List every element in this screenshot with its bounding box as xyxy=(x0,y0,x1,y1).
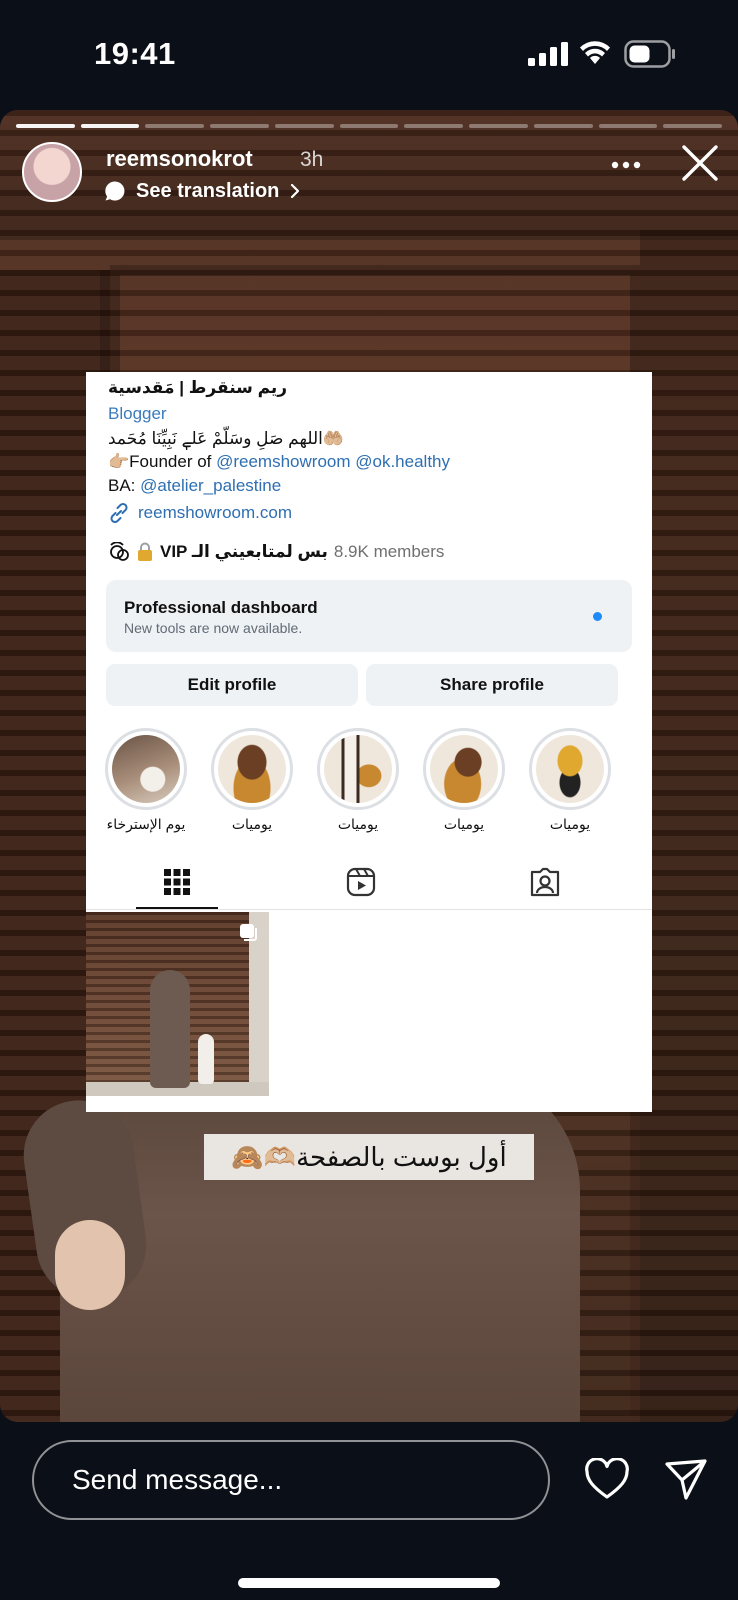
highlight-label: يوميات xyxy=(549,816,591,832)
avatar[interactable] xyxy=(22,142,82,202)
story-time-ago: 3h xyxy=(300,148,324,171)
progress-segment xyxy=(210,124,269,128)
profile-bio-line: اللهم صَلِ وسَلّمْ عَلےٖ نَبِيِّنَا مُحَ… xyxy=(108,429,345,448)
profile-website: reemshowroom.com xyxy=(108,502,292,524)
highlight-item: يوميات xyxy=(316,728,400,833)
highlight-item: يوميات xyxy=(210,728,294,833)
see-translation-label: See translation xyxy=(136,179,280,202)
highlight-label: يوميات xyxy=(231,816,273,832)
highlight-cover xyxy=(536,735,604,803)
bio-mention-link: @ok.healthy xyxy=(355,452,451,471)
status-bar: 19:41 xyxy=(0,0,738,110)
progress-segment xyxy=(598,124,658,128)
bio-mention-link: @reemshowroom xyxy=(216,452,351,471)
profile-screenshot: ريم سنقرط | مَقدسية Blogger اللهم صَلِ و… xyxy=(86,372,652,1112)
story-photo-figure xyxy=(55,1220,125,1310)
link-icon xyxy=(110,502,128,524)
highlight-cover xyxy=(112,735,180,803)
story-viewer[interactable]: reemsonokrot 3h See translation ريم سنقر… xyxy=(0,110,738,1422)
send-message-input[interactable] xyxy=(32,1440,550,1520)
progress-segment xyxy=(145,124,205,128)
battery-icon xyxy=(624,40,675,68)
lock-icon xyxy=(138,542,152,561)
channel-members: 8.9K members xyxy=(333,542,445,561)
more-options-icon[interactable] xyxy=(611,160,641,170)
website-label: reemshowroom.com xyxy=(138,503,292,522)
tagged-icon xyxy=(530,867,560,897)
bio-text: 👉🏼Founder of xyxy=(108,452,217,471)
notification-dot xyxy=(593,612,602,621)
highlight-item: يوميات xyxy=(422,728,506,833)
highlight-item: يوم الإسترخاء xyxy=(104,728,188,833)
progress-segment xyxy=(16,124,75,128)
channel-icon xyxy=(110,542,129,561)
share-profile-button: Share profile xyxy=(366,664,618,706)
story-text-sticker: أول بوست بالصفحة🫶🏼🙈 xyxy=(204,1134,534,1180)
highlight-cover xyxy=(430,735,498,803)
post-image xyxy=(150,970,190,1088)
multiple-photos-icon xyxy=(240,924,257,941)
chevron-right-icon xyxy=(291,183,300,199)
profile-bio-line: BA: @atelier_palestine xyxy=(108,476,281,496)
status-time: 19:41 xyxy=(94,36,176,71)
highlight-item: يوميات xyxy=(528,728,612,833)
grid-icon xyxy=(164,869,190,895)
progress-segment xyxy=(663,124,723,128)
progress-segment xyxy=(404,124,464,128)
heart-icon[interactable] xyxy=(584,1458,630,1500)
channel-name: VIP بس لمتابعيني الـ xyxy=(160,542,328,561)
profile-name: ريم سنقرط | مَقدسية xyxy=(108,378,288,397)
bio-mention-link: @atelier_palestine xyxy=(140,476,282,495)
progress-segment xyxy=(274,124,334,128)
progress-segment xyxy=(339,124,399,128)
see-translation-button[interactable]: See translation xyxy=(104,178,301,204)
progress-segment xyxy=(469,124,528,128)
professional-dashboard: Professional dashboard New tools are now… xyxy=(106,580,632,652)
story-username[interactable]: reemsonokrot xyxy=(106,146,253,172)
progress-segment xyxy=(533,124,593,128)
reels-icon xyxy=(346,867,376,897)
highlight-label: يوميات xyxy=(337,816,379,832)
highlight-label: يوميات xyxy=(443,816,485,832)
highlight-cover xyxy=(218,735,286,803)
highlight-cover xyxy=(324,735,392,803)
profile-category: Blogger xyxy=(108,404,167,423)
speech-bubble-icon xyxy=(105,181,125,201)
post-image xyxy=(198,1034,214,1084)
highlight-label: يوم الإسترخاء xyxy=(106,816,186,832)
progress-segment xyxy=(80,124,140,128)
send-icon[interactable] xyxy=(664,1458,708,1502)
story-progress-bar xyxy=(16,124,723,128)
home-indicator xyxy=(238,1578,500,1588)
dashboard-subtitle: New tools are now available. xyxy=(124,620,303,636)
dashboard-title: Professional dashboard xyxy=(124,598,318,617)
wifi-icon xyxy=(580,41,610,64)
edit-profile-button: Edit profile xyxy=(106,664,358,706)
story-highlights: يوم الإسترخاء يوميات يوميات يوميات يوميا… xyxy=(104,728,652,838)
story-header: reemsonokrot 3h See translation xyxy=(0,140,738,210)
profile-tabs xyxy=(86,852,652,910)
bio-text: BA: xyxy=(108,476,141,495)
grid-post-thumbnail xyxy=(86,912,269,1096)
cellular-signal-icon xyxy=(528,42,568,66)
broadcast-channel: VIP بس لمتابعيني الـ 8.9K members xyxy=(108,542,444,562)
close-icon[interactable] xyxy=(681,144,719,182)
tab-indicator xyxy=(136,907,218,909)
profile-bio-line: 👉🏼Founder of @reemshowroom @ok.healthy xyxy=(108,452,450,472)
